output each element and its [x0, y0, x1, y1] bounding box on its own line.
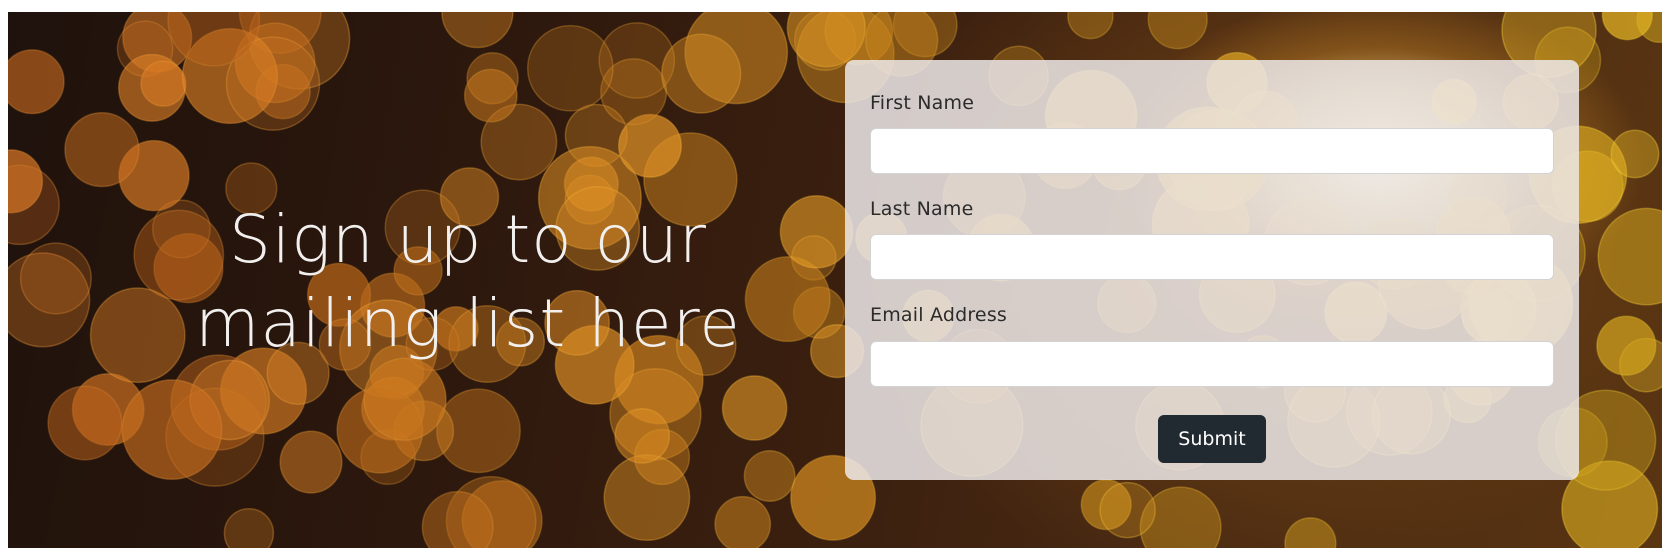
bokeh-circle [8, 49, 65, 115]
last-name-field[interactable] [870, 234, 1554, 280]
bokeh-circle [1610, 129, 1660, 179]
bokeh-circle [1596, 315, 1657, 376]
bokeh-circle [603, 454, 691, 542]
bokeh-circle [1067, 12, 1114, 40]
bokeh-circle [661, 33, 742, 114]
bokeh-circle [1284, 517, 1337, 548]
submit-button[interactable]: Submit [1158, 415, 1266, 463]
bokeh-circle [121, 379, 223, 481]
page-title: Sign up to our mailing list here [118, 198, 818, 366]
bokeh-circle [64, 111, 140, 188]
bokeh-circle [714, 495, 772, 548]
first-name-label: First Name [870, 92, 975, 114]
signup-banner: Sign up to our mailing list here First N… [8, 12, 1662, 548]
bokeh-circle [441, 12, 514, 49]
bokeh-circle [463, 68, 518, 123]
bokeh-circle [1597, 207, 1662, 306]
email-label: Email Address [870, 304, 1008, 326]
bokeh-circle [614, 408, 671, 464]
first-name-field[interactable] [870, 128, 1554, 174]
bokeh-circle [1099, 481, 1156, 539]
bokeh-circle [223, 507, 275, 548]
bokeh-circle [47, 385, 123, 461]
last-name-label: Last Name [870, 198, 974, 220]
email-field[interactable] [870, 341, 1554, 387]
headline-line-2: mailing list here [195, 285, 741, 362]
signup-form: First Name Last Name Email Address Submi… [845, 60, 1579, 480]
bokeh-circle [279, 430, 343, 494]
bokeh-circle [19, 242, 92, 315]
bokeh-circle [721, 375, 788, 441]
bokeh-circle [526, 24, 614, 112]
bokeh-circle [1147, 12, 1208, 50]
bokeh-circle [140, 60, 187, 107]
headline-line-1: Sign up to our [229, 201, 707, 278]
bokeh-circle [743, 450, 796, 502]
